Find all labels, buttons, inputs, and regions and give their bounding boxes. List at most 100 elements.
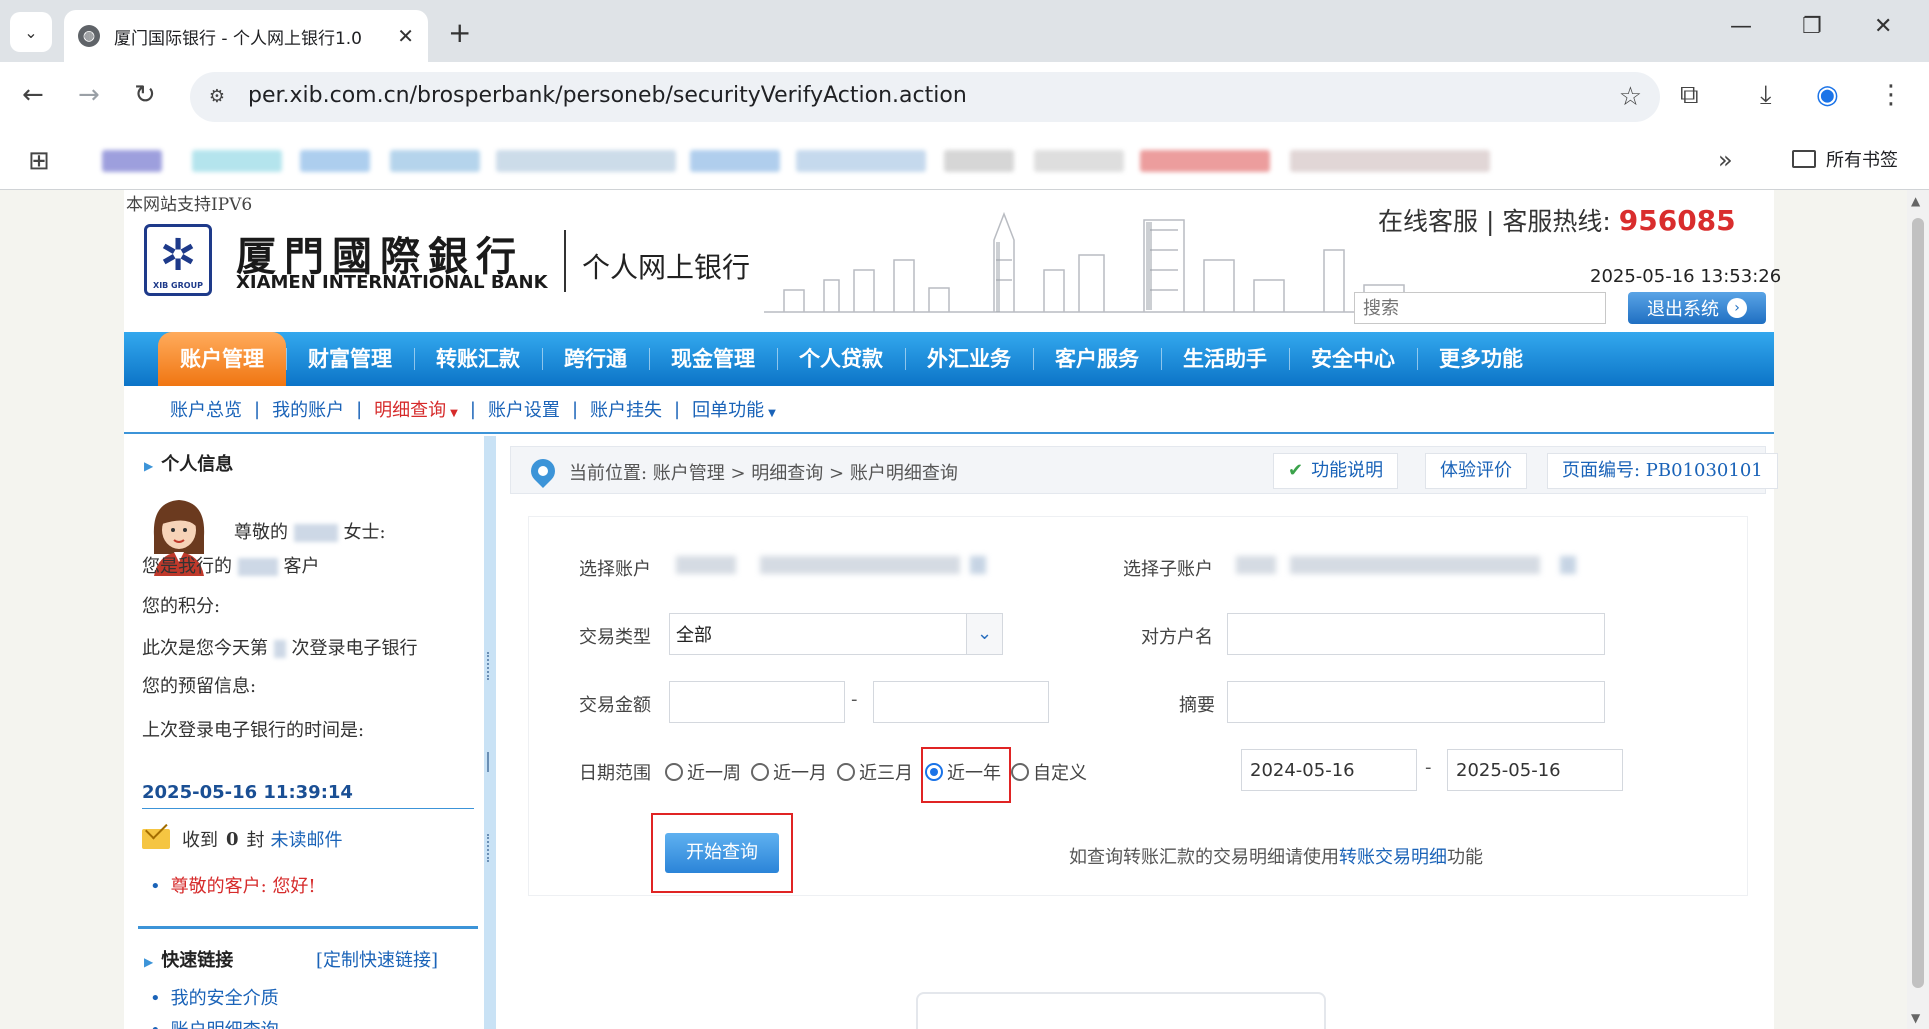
site-info-icon[interactable]: ⚙ bbox=[204, 84, 230, 110]
back-icon[interactable]: ← bbox=[22, 80, 44, 110]
sidebar-splitter[interactable] bbox=[484, 436, 496, 1029]
end-date-value: 2025-05-16 bbox=[1456, 759, 1561, 781]
subnav-loss-report[interactable]: 账户挂失 bbox=[578, 396, 674, 422]
radio-last-week[interactable]: 近一周 bbox=[665, 759, 741, 785]
main-nav-item[interactable]: 财富管理 bbox=[286, 332, 414, 386]
feedback-button[interactable]: 体验评价 bbox=[1425, 453, 1527, 489]
bookmarks-overflow-icon[interactable]: » bbox=[1718, 146, 1733, 174]
profile-icon[interactable]: ◉ bbox=[1816, 80, 1839, 110]
transfer-detail-tip: 如查询转账汇款的交易明细请使用转账交易明细功能 bbox=[1069, 843, 1483, 869]
start-date-input[interactable]: 2024-05-16 bbox=[1241, 749, 1417, 791]
forward-icon[interactable]: → bbox=[78, 80, 100, 110]
bookmark-item[interactable] bbox=[192, 150, 282, 172]
summary-input[interactable] bbox=[1227, 681, 1605, 723]
search-input[interactable] bbox=[1354, 292, 1606, 324]
bookmark-item[interactable] bbox=[796, 150, 926, 172]
start-date-value: 2024-05-16 bbox=[1250, 759, 1355, 781]
address-bar[interactable]: ⚙ per.xib.com.cn/brosperbank/personeb/se… bbox=[190, 72, 1660, 122]
quick-links-title: 快速链接 bbox=[161, 950, 234, 971]
extensions-icon[interactable]: ⧉ bbox=[1680, 80, 1699, 111]
login-count: 此次是您今天第 次登录电子银行 bbox=[142, 634, 417, 660]
txn-type-select[interactable]: 全部 ⌄ bbox=[669, 613, 1003, 655]
url-text[interactable]: per.xib.com.cn/brosperbank/personeb/secu… bbox=[248, 83, 967, 108]
main-nav-item[interactable]: 客户服务 bbox=[1033, 332, 1161, 386]
subnav-detail-query[interactable]: 明细查询 ▼ bbox=[362, 396, 470, 422]
main-nav-item[interactable]: 更多功能 bbox=[1417, 332, 1545, 386]
quick-link-item[interactable]: 账户明细查询 bbox=[150, 1016, 279, 1029]
main-nav-item[interactable]: 生活助手 bbox=[1161, 332, 1289, 386]
close-tab-icon[interactable]: ✕ bbox=[397, 24, 414, 48]
new-tab-button[interactable]: + bbox=[448, 16, 471, 49]
help-label: 功能说明 bbox=[1311, 460, 1384, 481]
reserved-info-label: 您的预留信息: bbox=[142, 676, 257, 697]
scrollbar-thumb[interactable] bbox=[1912, 218, 1924, 988]
redacted-count bbox=[273, 640, 286, 658]
breadcrumb-text: 当前位置: 账户管理 > 明细查询 > 账户明细查询 bbox=[569, 463, 958, 484]
amount-min-input[interactable] bbox=[669, 681, 845, 723]
help-button[interactable]: ✔ 功能说明 bbox=[1273, 453, 1399, 489]
all-bookmarks-button[interactable]: 所有书签 bbox=[1792, 146, 1898, 172]
bookmark-item[interactable] bbox=[496, 150, 676, 172]
scroll-down-icon[interactable]: ▼ bbox=[1911, 1011, 1920, 1025]
account-select[interactable] bbox=[669, 543, 999, 585]
unread-mail-link[interactable]: 未读邮件 bbox=[271, 826, 343, 852]
download-icon[interactable]: ⤓ bbox=[1760, 80, 1772, 111]
main-nav-item[interactable]: 账户管理 bbox=[158, 332, 286, 386]
radio-last-month[interactable]: 近一月 bbox=[751, 759, 827, 785]
logout-button[interactable]: 退出系统 › bbox=[1628, 292, 1766, 324]
subaccount-select[interactable] bbox=[1229, 543, 1589, 585]
main-nav-item[interactable]: 跨行通 bbox=[542, 332, 649, 386]
scroll-up-icon[interactable]: ▲ bbox=[1911, 194, 1920, 208]
main-nav-item[interactable]: 个人贷款 bbox=[777, 332, 905, 386]
personal-info-heading: ▶ 个人信息 bbox=[144, 450, 233, 476]
radio-last-3-months[interactable]: 近三月 bbox=[837, 759, 913, 785]
restore-icon[interactable]: ❐ bbox=[1802, 14, 1822, 39]
minimize-icon[interactable]: — bbox=[1730, 14, 1752, 39]
radio-label: 自定义 bbox=[1033, 763, 1087, 784]
browser-tab[interactable]: ◍ 厦门国际银行 - 个人网上银行1.0 ✕ bbox=[64, 10, 428, 62]
more-menu-icon[interactable]: ⋮ bbox=[1878, 80, 1904, 110]
apps-grid-icon[interactable]: ⊞ bbox=[28, 146, 50, 176]
subnav-receipt[interactable]: 回单功能 ▼ bbox=[680, 396, 788, 422]
breadcrumb: 当前位置: 账户管理 > 明细查询 > 账户明细查询 ✔ 功能说明 体验评价 页面… bbox=[510, 446, 1778, 494]
main-nav-item[interactable]: 外汇业务 bbox=[905, 332, 1033, 386]
window-close-icon[interactable]: ✕ bbox=[1874, 14, 1892, 39]
subnav-settings[interactable]: 账户设置 bbox=[476, 396, 572, 422]
login-count-suffix: 次登录电子银行 bbox=[291, 638, 418, 659]
bookmarks-bar: ⊞ » 所有书签 bbox=[0, 132, 1929, 190]
bookmark-item[interactable] bbox=[102, 150, 162, 172]
bookmark-item[interactable] bbox=[1034, 150, 1124, 172]
bookmark-star-icon[interactable]: ☆ bbox=[1619, 82, 1642, 112]
end-date-input[interactable]: 2025-05-16 bbox=[1447, 749, 1623, 791]
bookmark-item[interactable] bbox=[1290, 150, 1490, 172]
quick-link-item[interactable]: 我的安全介质 bbox=[150, 984, 279, 1010]
amount-max-input[interactable] bbox=[873, 681, 1049, 723]
bookmark-item[interactable] bbox=[390, 150, 480, 172]
bookmark-item[interactable] bbox=[944, 150, 1014, 172]
main-nav-item[interactable]: 安全中心 bbox=[1289, 332, 1417, 386]
reload-icon[interactable]: ↻ bbox=[134, 80, 156, 110]
folder-icon bbox=[1792, 150, 1816, 168]
subnav-my-accounts[interactable]: 我的账户 bbox=[260, 396, 356, 422]
logo-group-text: XIB GROUP bbox=[153, 281, 203, 290]
tip-suffix: 功能 bbox=[1447, 847, 1483, 868]
collapse-arrow-icon[interactable] bbox=[487, 752, 493, 772]
bookmark-item[interactable] bbox=[1140, 150, 1270, 172]
date-separator: - bbox=[1425, 757, 1432, 778]
page-scrollbar[interactable]: ▲ ▼ bbox=[1907, 190, 1929, 1029]
bookmark-item[interactable] bbox=[690, 150, 780, 172]
counterparty-input[interactable] bbox=[1227, 613, 1605, 655]
redacted-level bbox=[237, 558, 278, 576]
tab-search-button[interactable]: ⌄ bbox=[10, 12, 52, 52]
radio-custom[interactable]: 自定义 bbox=[1011, 759, 1087, 785]
start-query-button[interactable]: 开始查询 bbox=[665, 833, 779, 873]
logout-label: 退出系统 bbox=[1647, 299, 1719, 320]
subnav-overview[interactable]: 账户总览 bbox=[158, 396, 254, 422]
main-nav-item[interactable]: 转账汇款 bbox=[414, 332, 542, 386]
bookmark-item[interactable] bbox=[300, 150, 370, 172]
transfer-detail-link[interactable]: 转账交易明细 bbox=[1339, 847, 1447, 868]
customize-quick-links[interactable]: [定制快速链接] bbox=[316, 946, 438, 972]
main-nav-item[interactable]: 现金管理 bbox=[649, 332, 777, 386]
customer-prefix: 您是我行的 bbox=[142, 556, 232, 577]
service-label: 在线客服 | 客服热线: bbox=[1378, 207, 1611, 236]
